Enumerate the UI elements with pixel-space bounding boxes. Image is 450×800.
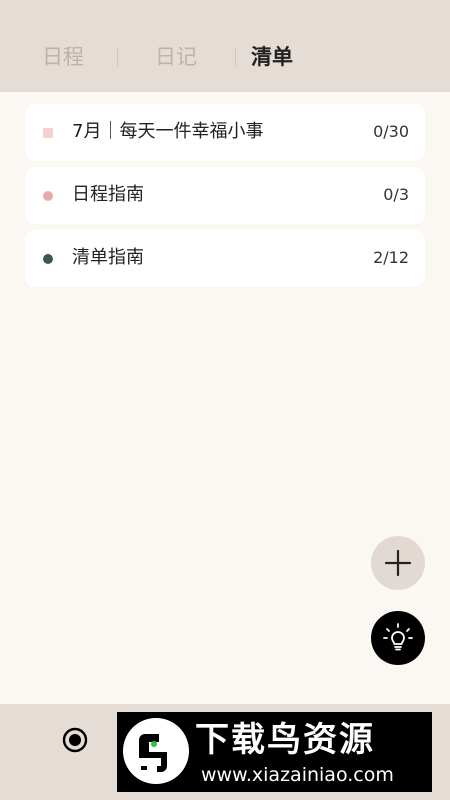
bird-logo-icon [123,718,189,784]
list-item-count: 0/3 [383,185,409,204]
list-item[interactable]: 日程指南 0/3 [25,167,425,224]
watermark-banner: 下载鸟资源 www.xiazainiao.com [117,712,432,792]
tab-schedule[interactable]: 日程 [42,44,84,70]
top-tab-bar: 日程 日记 清单 [0,0,450,92]
list-item[interactable]: 清单指南 2/12 [25,230,425,287]
color-dot-icon [43,254,53,264]
watermark-title: 下载鸟资源 [195,720,375,760]
watermark-url: www.xiazainiao.com [201,764,394,786]
list-item-count: 0/30 [373,122,409,141]
tab-divider [117,48,118,66]
tab-divider [235,48,236,66]
add-list-button[interactable] [371,536,425,590]
list-item[interactable]: 7月｜每天一件幸福小事 0/30 [25,104,425,161]
list-item-title: 7月｜每天一件幸福小事 [72,121,264,142]
color-dot-icon [43,191,53,201]
list-item-title: 日程指南 [72,184,144,205]
tab-diary[interactable]: 日记 [155,44,197,70]
color-tag-icon [43,128,53,138]
tab-checklist[interactable]: 清单 [251,44,293,70]
plus-icon [384,549,412,577]
lightbulb-icon [383,623,413,651]
idea-button[interactable] [371,611,425,665]
record-icon[interactable] [62,727,88,753]
list-item-title: 清单指南 [72,247,144,268]
list-item-count: 2/12 [373,248,409,267]
